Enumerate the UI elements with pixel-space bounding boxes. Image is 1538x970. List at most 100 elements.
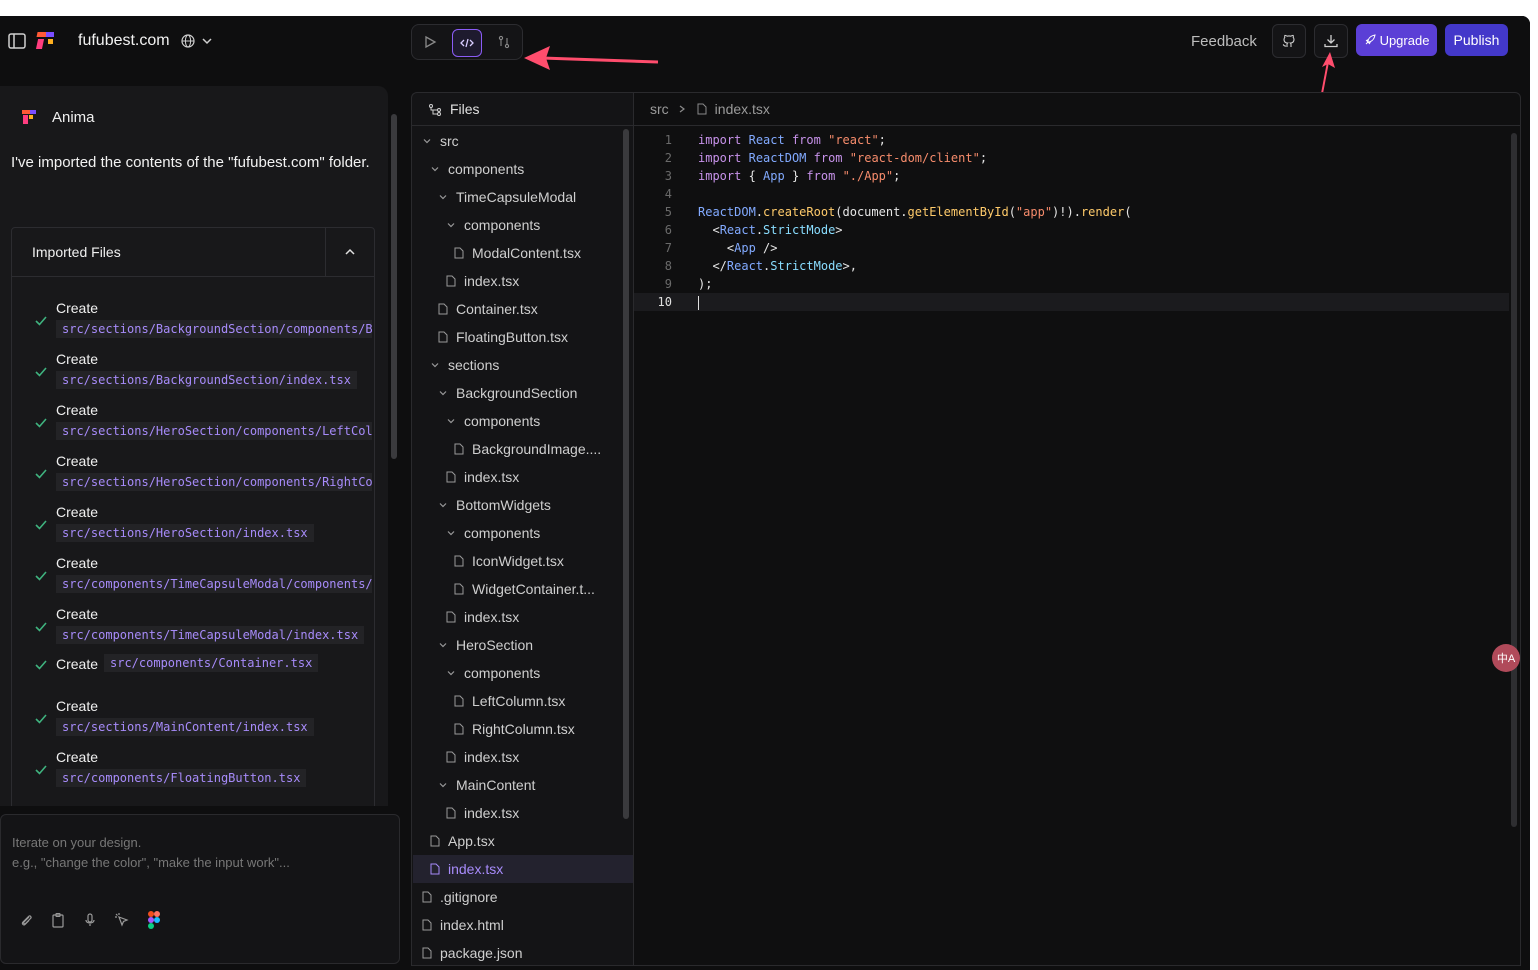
- line-number: 3: [664, 169, 672, 183]
- globe-icon[interactable]: [181, 34, 195, 48]
- select-element-icon[interactable]: [113, 911, 131, 929]
- code-line[interactable]: 7 <App />: [634, 239, 1509, 257]
- tree-folder[interactable]: sections: [413, 351, 637, 379]
- tree-folder[interactable]: BackgroundSection: [413, 379, 645, 407]
- tree-file[interactable]: FloatingButton.tsx: [413, 323, 645, 351]
- tree-file[interactable]: index.tsx: [413, 799, 653, 827]
- code-line[interactable]: 3 import { App } from "./App";: [634, 167, 1509, 185]
- code-line[interactable]: 2 import ReactDOM from "react-dom/client"…: [634, 149, 1509, 167]
- tree-folder[interactable]: components: [413, 519, 653, 547]
- tree-folder[interactable]: MainContent: [413, 771, 645, 799]
- collapse-button[interactable]: [325, 228, 374, 276]
- project-name[interactable]: fufubest.com: [78, 32, 170, 50]
- sidebar-toggle-icon[interactable]: [8, 32, 26, 50]
- imported-file-action: Create: [56, 504, 99, 520]
- imported-file-item[interactable]: Create src/components/TimeCapsuleModal/in…: [12, 606, 372, 650]
- imported-file-item[interactable]: Create src/sections/HeroSection/index.tsx: [12, 504, 372, 548]
- paperclip-icon[interactable]: [17, 911, 35, 929]
- imported-file-path[interactable]: src/components/FloatingButton.tsx: [56, 769, 307, 787]
- code-mode-button[interactable]: [452, 29, 482, 57]
- preview-mode-button[interactable]: [416, 29, 444, 55]
- git-compare-icon: [498, 35, 510, 49]
- imported-file-item[interactable]: Create src/components/TimeCapsuleModal/co…: [12, 555, 372, 599]
- check-icon: [35, 622, 47, 632]
- diff-mode-button[interactable]: [490, 29, 518, 55]
- code-line[interactable]: 1 import React from "react";: [634, 131, 1509, 149]
- imported-file-path[interactable]: src/sections/MainContent/index.tsx: [56, 718, 314, 736]
- imported-file-path[interactable]: src/sections/HeroSection/components/Righ…: [56, 473, 372, 491]
- feedback-link[interactable]: Feedback: [1191, 33, 1257, 50]
- code-line[interactable]: 5 ReactDOM.createRoot(document.getElement…: [634, 203, 1509, 221]
- imported-file-item[interactable]: Create src/components/FloatingButton.tsx: [12, 749, 372, 793]
- tree-item-label: components: [464, 413, 541, 429]
- prompt-toolbar: [17, 911, 163, 929]
- editor-scrollbar[interactable]: [1511, 133, 1517, 827]
- imported-file-path[interactable]: src/sections/BackgroundSection/component…: [56, 320, 372, 338]
- imported-file-item[interactable]: Create src/sections/BackgroundSection/ind…: [12, 351, 372, 395]
- tree-folder[interactable]: HeroSection: [413, 631, 645, 659]
- code-line[interactable]: 10: [634, 293, 1509, 311]
- prompt-input[interactable]: Iterate on your design. e.g., "change th…: [0, 814, 400, 964]
- tree-item-label: components: [448, 161, 525, 177]
- imported-files-header[interactable]: Imported Files: [12, 228, 374, 277]
- tree-file[interactable]: index.tsx: [413, 463, 653, 491]
- imported-file-path[interactable]: src/sections/BackgroundSection/index.tsx: [56, 371, 357, 389]
- imported-file-action: Create: [56, 749, 99, 765]
- imported-file-item[interactable]: Create src/sections/HeroSection/component…: [12, 453, 372, 497]
- line-number: 4: [664, 187, 672, 201]
- tree-file[interactable]: index.html: [413, 911, 629, 939]
- imported-file-path[interactable]: src/components/Container.tsx: [104, 654, 319, 672]
- imported-file-item[interactable]: Create src/sections/HeroSection/component…: [12, 402, 372, 446]
- tree-folder[interactable]: TimeCapsuleModal: [413, 183, 645, 211]
- tree-folder[interactable]: components: [413, 407, 653, 435]
- code-text: import React from "react";: [698, 133, 886, 147]
- file-icon: [445, 275, 457, 287]
- imported-files-panel: Imported Files Create src/sections/Backgr…: [11, 227, 375, 806]
- breadcrumb-folder[interactable]: src: [650, 101, 669, 117]
- imported-file-path[interactable]: src/components/TimeCapsuleModal/index.ts…: [56, 626, 365, 644]
- figma-icon[interactable]: [145, 911, 163, 929]
- tree-file[interactable]: .gitignore: [413, 883, 629, 911]
- play-icon: [425, 35, 437, 49]
- imported-file-path[interactable]: src/components/TimeCapsuleModal/componen…: [56, 575, 372, 593]
- tree-folder[interactable]: components: [413, 659, 653, 687]
- imported-file-item[interactable]: Create src/components/Container.tsx: [12, 654, 372, 700]
- breadcrumb-file[interactable]: index.tsx: [715, 101, 770, 117]
- publish-button[interactable]: Publish: [1445, 24, 1508, 56]
- tree-folder[interactable]: components: [413, 211, 653, 239]
- tree-file[interactable]: index.tsx: [413, 855, 637, 883]
- microphone-icon[interactable]: [81, 911, 99, 929]
- imported-file-action: Create: [56, 555, 99, 571]
- chat-scrollbar[interactable]: [391, 114, 397, 459]
- github-button[interactable]: [1272, 24, 1306, 58]
- chevron-down-icon[interactable]: [201, 35, 213, 47]
- code-line[interactable]: 9);: [634, 275, 1509, 293]
- tree-folder[interactable]: src: [413, 127, 629, 155]
- explorer-scrollbar[interactable]: [623, 129, 629, 819]
- chevron-down-icon: [429, 163, 441, 175]
- upgrade-button[interactable]: Upgrade: [1356, 24, 1437, 56]
- tree-file[interactable]: package.json: [413, 939, 629, 967]
- imported-file-path[interactable]: src/sections/HeroSection/components/Left…: [56, 422, 372, 440]
- tree-folder[interactable]: components: [413, 155, 637, 183]
- tree-file[interactable]: index.tsx: [413, 267, 653, 295]
- imported-file-action: Create: [56, 606, 99, 622]
- imported-file-path[interactable]: src/sections/HeroSection/index.tsx: [56, 524, 314, 542]
- code-line[interactable]: 4: [634, 185, 1509, 203]
- code-text: <App />: [698, 241, 778, 255]
- line-number: 8: [664, 259, 672, 273]
- imported-file-item[interactable]: Create src/sections/BackgroundSection/com…: [12, 300, 372, 344]
- tree-file[interactable]: index.tsx: [413, 603, 653, 631]
- tree-file[interactable]: index.tsx: [413, 743, 653, 771]
- check-icon: [35, 571, 47, 581]
- code-line[interactable]: 6 <React.StrictMode>: [634, 221, 1509, 239]
- tree-file[interactable]: Container.tsx: [413, 295, 645, 323]
- clipboard-icon[interactable]: [49, 911, 67, 929]
- tree-item-label: ModalContent.tsx: [472, 245, 581, 261]
- breadcrumb: src index.tsx: [634, 93, 1520, 126]
- code-line[interactable]: 8 </React.StrictMode>,: [634, 257, 1509, 275]
- tree-file[interactable]: App.tsx: [413, 827, 637, 855]
- tree-folder[interactable]: BottomWidgets: [413, 491, 645, 519]
- imported-file-item[interactable]: Create src/sections/MainContent/index.tsx: [12, 698, 372, 742]
- translate-icon[interactable]: 中A: [1492, 644, 1520, 672]
